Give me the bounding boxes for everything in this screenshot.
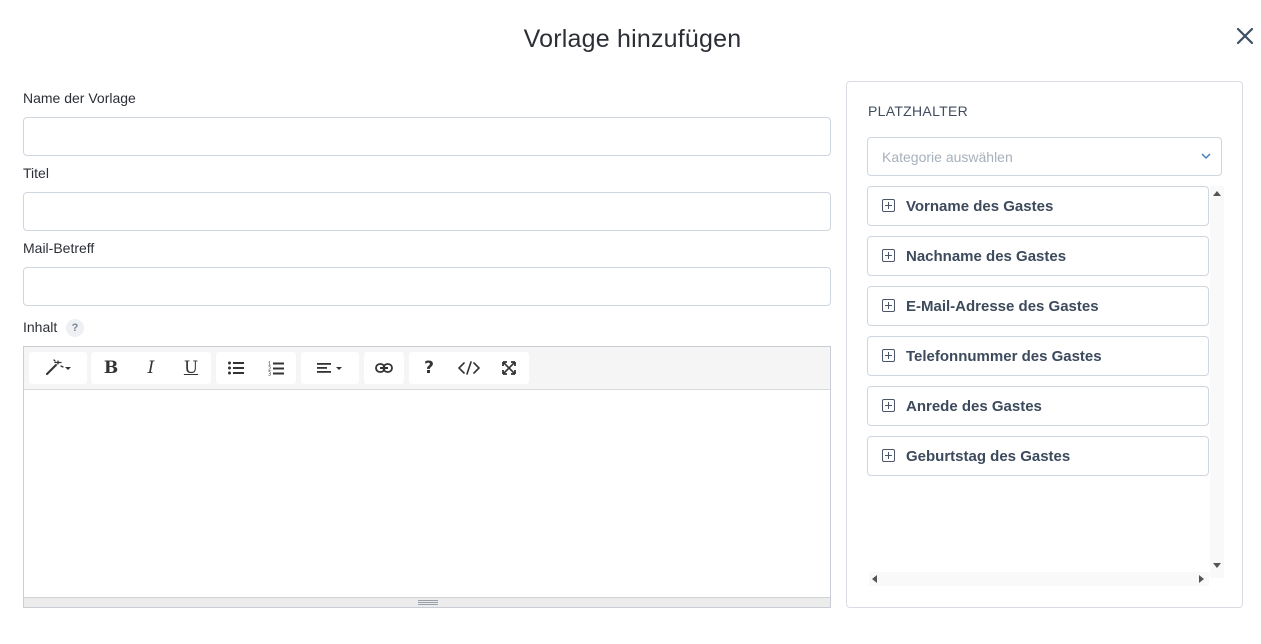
chevron-down-icon (1201, 153, 1211, 160)
placeholder-item-label: Geburtstag des Gastes (906, 448, 1071, 465)
code-icon (458, 361, 480, 375)
editor-toolbar: B I U 1 2 3 ? (24, 347, 830, 390)
numbered-list-icon: 1 2 3 (268, 361, 284, 376)
placeholder-vertical-scrollbar[interactable] (1210, 186, 1224, 578)
plus-square-icon (882, 249, 895, 262)
content-editor: B I U 1 2 3 ? (23, 346, 831, 608)
title-input[interactable] (23, 192, 831, 231)
content-help-badge[interactable]: ? (66, 319, 84, 337)
fullscreen-icon (502, 361, 516, 375)
close-button[interactable] (1231, 22, 1259, 50)
insert-group (364, 352, 404, 384)
underline-button[interactable]: U (171, 352, 211, 384)
plus-square-icon (882, 349, 895, 362)
style-group (29, 352, 87, 384)
template-name-input[interactable] (23, 117, 831, 156)
plus-square-icon (882, 449, 895, 462)
placeholder-item[interactable]: E-Mail-Adresse des Gastes (867, 286, 1209, 326)
placeholder-horizontal-scrollbar[interactable] (869, 572, 1209, 586)
title-label: Titel (23, 165, 49, 181)
align-left-icon (317, 363, 342, 373)
category-select[interactable]: Kategorie auswählen (867, 137, 1222, 176)
placeholder-panel: PLATZHALTER Kategorie auswählen Vorname … (846, 81, 1243, 608)
scroll-right-icon (1199, 575, 1204, 583)
help-button[interactable]: ? (409, 352, 449, 384)
placeholder-item[interactable]: Anrede des Gastes (867, 386, 1209, 426)
placeholder-item[interactable]: Nachname des Gastes (867, 236, 1209, 276)
scroll-left-icon (872, 575, 877, 583)
plus-square-icon (882, 399, 895, 412)
category-select-placeholder: Kategorie auswählen (882, 149, 1013, 165)
close-icon (1236, 27, 1254, 45)
magic-wand-icon (46, 359, 71, 375)
placeholder-item-label: E-Mail-Adresse des Gastes (906, 298, 1099, 315)
italic-button[interactable]: I (131, 352, 171, 384)
link-button[interactable] (364, 352, 404, 384)
editor-content-area[interactable] (24, 390, 830, 597)
paragraph-group (301, 352, 359, 384)
dialog-title: Vorlage hinzufügen (523, 25, 742, 53)
name-label: Name der Vorlage (23, 90, 136, 106)
mail-subject-input[interactable] (23, 267, 831, 306)
placeholder-item-label: Nachname des Gastes (906, 248, 1067, 265)
svg-text:3: 3 (268, 371, 271, 376)
unordered-list-button[interactable] (216, 352, 256, 384)
align-button[interactable] (301, 352, 359, 384)
misc-group: ? (409, 352, 529, 384)
placeholder-item-label: Telefonnummer des Gastes (906, 348, 1102, 365)
code-view-button[interactable] (449, 352, 489, 384)
fullscreen-button[interactable] (489, 352, 529, 384)
placeholder-item-label: Anrede des Gastes (906, 398, 1042, 415)
subject-label: Mail-Betreff (23, 240, 95, 256)
bold-button[interactable]: B (91, 352, 131, 384)
placeholder-item[interactable]: Geburtstag des Gastes (867, 436, 1209, 476)
plus-square-icon (882, 199, 895, 212)
content-label: Inhalt (23, 319, 58, 335)
ordered-list-button[interactable]: 1 2 3 (256, 352, 296, 384)
placeholder-heading: PLATZHALTER (868, 103, 969, 119)
bullet-list-icon (228, 361, 244, 375)
style-magic-button[interactable] (29, 352, 87, 384)
scroll-up-icon (1213, 191, 1221, 196)
list-group: 1 2 3 (216, 352, 296, 384)
plus-square-icon (882, 299, 895, 312)
font-group: B I U (91, 352, 211, 384)
editor-resize-bar[interactable] (24, 597, 830, 607)
placeholder-item[interactable]: Telefonnummer des Gastes (867, 336, 1209, 376)
placeholder-item[interactable]: Vorname des Gastes (867, 186, 1209, 226)
link-icon (375, 363, 393, 373)
resize-grip-icon (418, 600, 438, 605)
placeholder-item-label: Vorname des Gastes (906, 198, 1054, 215)
scroll-down-icon (1213, 563, 1221, 568)
